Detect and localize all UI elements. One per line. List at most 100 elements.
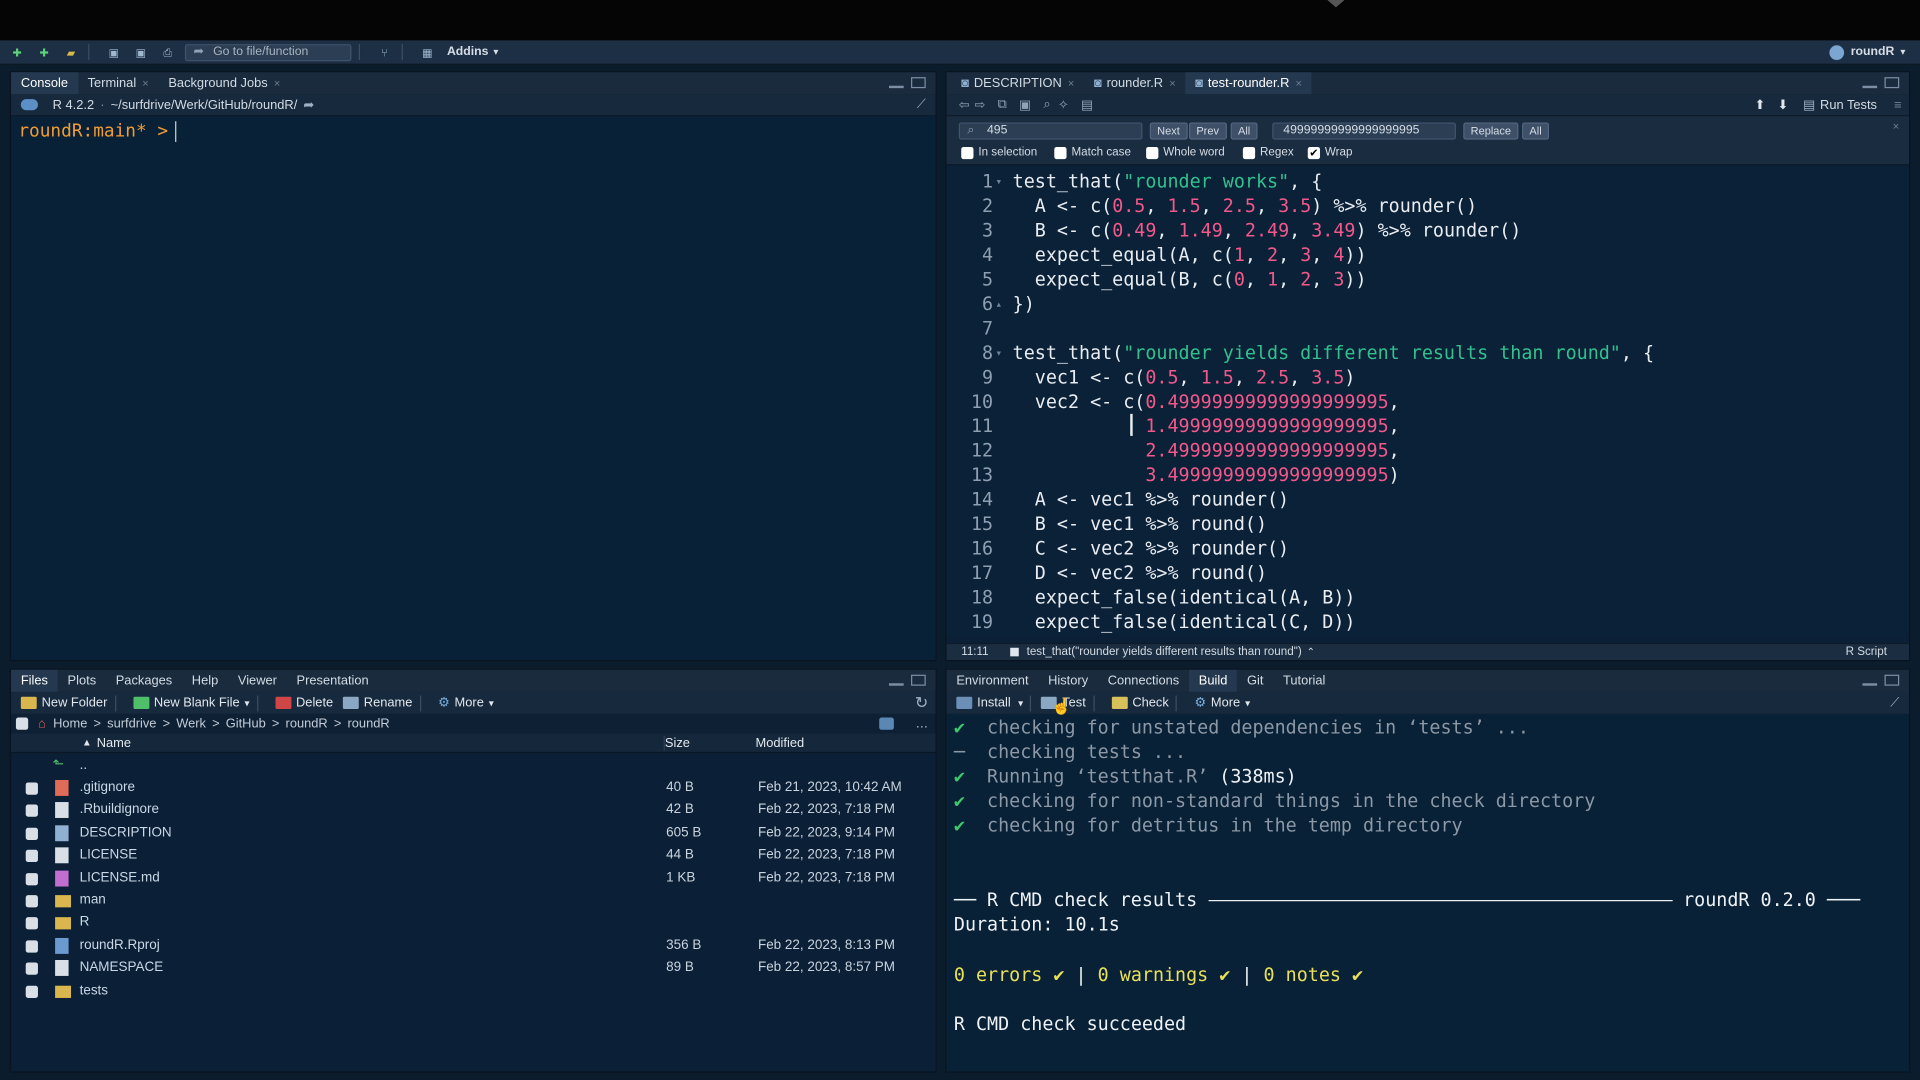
- more-menu-button[interactable]: ⚙ More ▾: [1194, 696, 1250, 711]
- row-checkbox[interactable]: [25, 917, 38, 930]
- fold-icon[interactable]: ▴: [996, 299, 1003, 311]
- file-name[interactable]: NAMESPACE: [80, 960, 164, 975]
- minimize-icon[interactable]: [888, 682, 904, 686]
- tab-history[interactable]: History: [1038, 670, 1098, 692]
- breadcrumb-werk[interactable]: Werk: [176, 716, 206, 731]
- install-button[interactable]: Install ▾: [956, 696, 1023, 710]
- forward-arrow-icon[interactable]: ⇨: [974, 97, 985, 112]
- table-row[interactable]: R: [11, 913, 935, 935]
- row-checkbox[interactable]: [25, 827, 38, 840]
- close-icon[interactable]: ×: [142, 77, 148, 89]
- minimize-icon[interactable]: [1862, 682, 1878, 686]
- workspace-panes-icon[interactable]: ▦: [418, 45, 438, 60]
- replace-button[interactable]: Replace: [1463, 122, 1519, 140]
- go-to-dir-icon[interactable]: ➦: [303, 97, 314, 112]
- replace-all-button[interactable]: All: [1522, 122, 1550, 140]
- find-all-button[interactable]: All: [1230, 122, 1258, 140]
- file-name[interactable]: DESCRIPTION: [80, 825, 172, 840]
- match-case-checkbox[interactable]: Match case: [1054, 146, 1131, 159]
- close-find-icon[interactable]: ×: [1893, 120, 1899, 132]
- arrow-down-icon[interactable]: ⬇: [1778, 97, 1789, 112]
- tab-console[interactable]: Console: [11, 72, 78, 95]
- maximize-icon[interactable]: [1884, 674, 1900, 686]
- file-name[interactable]: R: [80, 915, 90, 930]
- breadcrumb-surfdrive[interactable]: surfdrive: [107, 716, 156, 731]
- tab-connections[interactable]: Connections: [1098, 670, 1189, 692]
- breadcrumb-github[interactable]: GitHub: [226, 716, 266, 731]
- show-in-window-icon[interactable]: ⧉: [998, 97, 1007, 113]
- save-all-icon[interactable]: ▣: [131, 45, 151, 60]
- maximize-icon[interactable]: [911, 674, 926, 686]
- working-directory[interactable]: ~/surfdrive/Werk/GitHub/roundR/: [111, 97, 298, 112]
- arrow-up-icon[interactable]: ⬆: [1754, 97, 1765, 112]
- breadcrumb-roundr[interactable]: roundR: [286, 716, 328, 731]
- more-menu-button[interactable]: ⚙ More ▾: [438, 696, 494, 711]
- clear-build-icon[interactable]: ⟋: [1890, 695, 1899, 711]
- tab-help[interactable]: Help: [182, 670, 228, 692]
- goto-file-function-input[interactable]: ➦ Go to file/function: [184, 43, 352, 61]
- home-icon[interactable]: ⌂: [38, 716, 46, 731]
- print-icon[interactable]: ⎙: [158, 45, 178, 60]
- row-checkbox[interactable]: [25, 850, 38, 863]
- file-name[interactable]: man: [80, 893, 106, 908]
- check-button[interactable]: Check: [1111, 696, 1169, 710]
- breadcrumb-home[interactable]: Home: [53, 716, 87, 731]
- find-input[interactable]: ⌕ 495: [958, 122, 1143, 140]
- tab-packages[interactable]: Packages: [106, 670, 182, 692]
- save-icon[interactable]: ▣: [1019, 97, 1031, 112]
- table-row[interactable]: LICENSE 44 B Feb 22, 2023, 7:18 PM: [11, 845, 935, 867]
- tab-git[interactable]: Git: [1237, 670, 1273, 692]
- minimize-icon[interactable]: [1862, 84, 1878, 89]
- new-project-icon[interactable]: ✚: [34, 45, 54, 60]
- tab-viewer[interactable]: Viewer: [228, 670, 287, 692]
- table-row[interactable]: DESCRIPTION 605 B Feb 22, 2023, 9:14 PM: [11, 823, 935, 845]
- find-next-button[interactable]: Next: [1149, 122, 1188, 140]
- table-row[interactable]: LICENSE.md 1 KB Feb 22, 2023, 7:18 PM: [11, 868, 935, 890]
- close-icon[interactable]: ×: [1169, 77, 1175, 89]
- find-prev-button[interactable]: Prev: [1188, 122, 1227, 140]
- run-tests-button[interactable]: Run Tests: [1820, 97, 1877, 112]
- table-row[interactable]: tests: [11, 980, 935, 1002]
- vcs-icon[interactable]: ⑂: [375, 45, 395, 60]
- open-folder-icon[interactable]: ▰: [61, 45, 81, 60]
- file-name[interactable]: tests: [80, 983, 108, 998]
- table-row[interactable]: roundR.Rproj 356 B Feb 22, 2023, 8:13 PM: [11, 935, 935, 957]
- delete-button[interactable]: Delete: [275, 696, 333, 710]
- tab-tutorial[interactable]: Tutorial: [1273, 670, 1335, 692]
- row-checkbox[interactable]: [25, 940, 38, 953]
- row-checkbox[interactable]: [25, 782, 38, 795]
- row-checkbox[interactable]: [25, 895, 38, 908]
- fold-icon[interactable]: ▾: [996, 176, 1003, 188]
- column-name[interactable]: Name: [97, 736, 131, 751]
- table-row[interactable]: .gitignore 40 B Feb 21, 2023, 10:42 AM: [11, 778, 935, 800]
- tab-files[interactable]: Files: [11, 669, 58, 692]
- fold-icon[interactable]: ▾: [996, 348, 1003, 360]
- table-row[interactable]: .Rbuildignore 42 B Feb 22, 2023, 7:18 PM: [11, 800, 935, 822]
- save-icon[interactable]: ▣: [104, 45, 124, 60]
- tab-presentation[interactable]: Presentation: [287, 670, 379, 692]
- refresh-icon[interactable]: ↻: [915, 693, 928, 713]
- close-icon[interactable]: ×: [1068, 77, 1074, 89]
- maximize-icon[interactable]: [1884, 77, 1900, 89]
- row-checkbox[interactable]: [25, 962, 38, 975]
- replace-input[interactable]: 49999999999999999995: [1272, 122, 1456, 140]
- file-name[interactable]: LICENSE.md: [80, 870, 160, 885]
- find-icon[interactable]: ⌕: [1043, 97, 1050, 113]
- regex-checkbox[interactable]: Regex: [1242, 146, 1294, 159]
- wrap-checkbox[interactable]: ✔ Wrap: [1307, 146, 1352, 159]
- file-name[interactable]: roundR.Rproj: [80, 938, 160, 953]
- tab-terminal[interactable]: Terminal ×: [78, 72, 159, 94]
- table-row[interactable]: NAMESPACE 89 B Feb 22, 2023, 8:57 PM: [11, 958, 935, 980]
- code-editor[interactable]: 1 2 3 4 5 6 7 8 9 10 11 12 13 14 15 16 1…: [946, 166, 1909, 636]
- scope-indicator[interactable]: test_that("rounder yields different resu…: [1027, 645, 1302, 658]
- tab-description[interactable]: ◙ DESCRIPTION ×: [951, 72, 1084, 94]
- rename-button[interactable]: Rename: [342, 696, 412, 710]
- file-name[interactable]: .Rbuildignore: [80, 803, 159, 818]
- outline-icon[interactable]: ≡: [1894, 97, 1902, 112]
- in-selection-checkbox[interactable]: In selection: [961, 146, 1037, 159]
- project-icon[interactable]: [878, 717, 894, 730]
- tab-test-rounder-r[interactable]: ◙ test-rounder.R ×: [1185, 72, 1312, 95]
- tab-plots[interactable]: Plots: [58, 670, 106, 692]
- clear-console-icon[interactable]: ⟋: [917, 97, 926, 113]
- wand-icon[interactable]: ✧: [1058, 97, 1069, 112]
